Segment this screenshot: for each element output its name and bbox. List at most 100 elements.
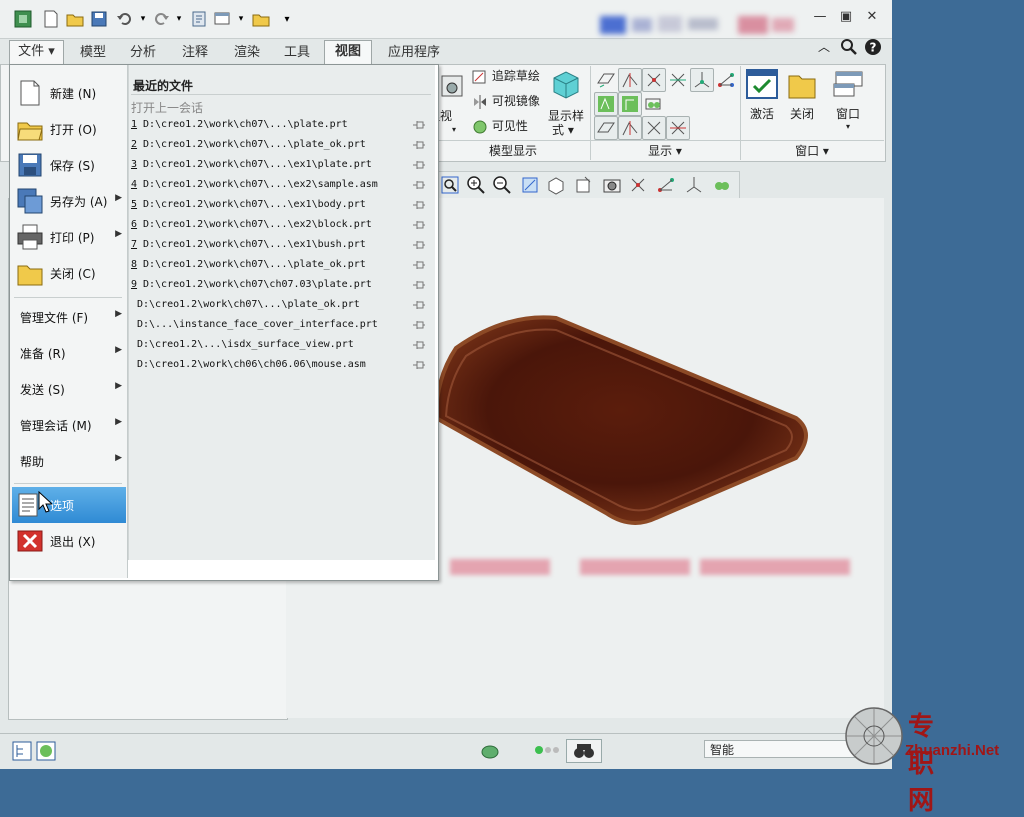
recent-file-item[interactable]: D:\...\instance_face_cover_interface.prt bbox=[129, 315, 429, 335]
recent-file-item[interactable]: 7 D:\creo1.2\work\ch07\...\ex1\bush.prt bbox=[129, 235, 429, 255]
recent-file-item[interactable]: D:\creo1.2\...\isdx_surface_view.prt bbox=[129, 335, 429, 355]
pin-icon[interactable] bbox=[412, 339, 426, 351]
point-tags-icon[interactable] bbox=[642, 116, 666, 140]
open-last-session[interactable]: 打开上一会话 bbox=[131, 99, 203, 116]
display-style-button[interactable] bbox=[546, 68, 586, 103]
regeneration-status-icon[interactable] bbox=[480, 741, 500, 761]
refit-icon[interactable] bbox=[439, 174, 461, 196]
pin-icon[interactable] bbox=[412, 199, 426, 211]
redo-dropdown-icon[interactable]: ▾ bbox=[170, 10, 188, 28]
close-window-button[interactable]: 关闭 bbox=[786, 68, 818, 122]
point-tag-display-icon[interactable] bbox=[666, 68, 690, 92]
menu-save-as[interactable]: 另存为 (A) ▶ bbox=[12, 183, 126, 219]
maximize-button[interactable]: ▣ bbox=[836, 9, 856, 27]
pin-icon[interactable] bbox=[412, 259, 426, 271]
datum-points-display-icon[interactable] bbox=[642, 68, 666, 92]
annotation-display-icon[interactable] bbox=[594, 92, 618, 116]
tab-annotate[interactable]: 注释 bbox=[172, 42, 218, 64]
undo-icon[interactable] bbox=[116, 10, 134, 28]
csys-display-icon[interactable] bbox=[690, 68, 714, 92]
group-label-display[interactable]: 显示 ▾ bbox=[590, 143, 740, 160]
recent-file-item[interactable]: 5 D:\creo1.2\work\ch07\...\ex1\body.prt bbox=[129, 195, 429, 215]
help-icon[interactable]: ? bbox=[864, 38, 882, 60]
pin-icon[interactable] bbox=[412, 359, 426, 371]
pin-icon[interactable] bbox=[412, 119, 426, 131]
find-binoculars-icon[interactable] bbox=[566, 739, 602, 763]
manager-view-dropdown-icon[interactable]: ▾ bbox=[452, 120, 456, 140]
recent-file-item[interactable]: 2 D:\creo1.2\work\ch07\...\plate_ok.prt bbox=[129, 135, 429, 155]
menu-close[interactable]: 关闭 (C) bbox=[12, 255, 126, 291]
repaint-icon[interactable] bbox=[519, 174, 541, 196]
saved-orientations-icon[interactable] bbox=[545, 174, 567, 196]
menu-help[interactable]: 帮助 ▶ bbox=[12, 443, 126, 479]
pin-icon[interactable] bbox=[412, 279, 426, 291]
pin-icon[interactable] bbox=[412, 219, 426, 231]
open-icon[interactable] bbox=[66, 10, 84, 28]
annotation-icon[interactable] bbox=[683, 174, 705, 196]
recent-file-item[interactable]: 3 D:\creo1.2\work\ch07\...\ex1\plate.prt bbox=[129, 155, 429, 175]
menu-new[interactable]: 新建 (N) bbox=[12, 75, 126, 111]
menu-manage-file[interactable]: 管理文件 (F) ▶ bbox=[12, 299, 126, 335]
tab-render[interactable]: 渲染 bbox=[224, 42, 270, 64]
app-logo-icon[interactable] bbox=[14, 10, 32, 28]
layers-icon[interactable] bbox=[711, 174, 733, 196]
spin-center-icon[interactable] bbox=[655, 174, 677, 196]
zoom-out-icon[interactable] bbox=[491, 174, 513, 196]
close-button[interactable]: ✕ bbox=[862, 9, 882, 27]
grid-display-icon[interactable] bbox=[618, 92, 642, 116]
close-window-icon[interactable] bbox=[252, 10, 270, 28]
new-icon[interactable] bbox=[42, 10, 60, 28]
spin-center-display-icon[interactable] bbox=[714, 68, 738, 92]
3d-notes-display-icon[interactable] bbox=[642, 92, 666, 116]
zoom-in-icon[interactable] bbox=[465, 174, 487, 196]
menu-prepare[interactable]: 准备 (R) ▶ bbox=[12, 335, 126, 371]
recent-file-item[interactable]: 8 D:\creo1.2\work\ch07\...\plate_ok.prt bbox=[129, 255, 429, 275]
trace-sketch-button[interactable]: 追踪草绘 bbox=[472, 66, 540, 86]
menu-open[interactable]: 打开 (O) bbox=[12, 111, 126, 147]
tab-model[interactable]: 模型 bbox=[70, 42, 116, 64]
pin-icon[interactable] bbox=[412, 179, 426, 191]
datum-planes-display-icon[interactable] bbox=[594, 68, 618, 92]
tab-tools[interactable]: 工具 bbox=[274, 42, 320, 64]
recent-file-item[interactable]: 6 D:\creo1.2\work\ch07\...\ex2\block.prt bbox=[129, 215, 429, 235]
menu-save[interactable]: 保存 (S) bbox=[12, 147, 126, 183]
minimize-button[interactable]: — bbox=[810, 9, 830, 27]
menu-options[interactable]: 选项 bbox=[12, 487, 126, 523]
redo-icon[interactable] bbox=[152, 10, 170, 28]
pin-icon[interactable] bbox=[412, 159, 426, 171]
activate-button[interactable]: 激活 bbox=[744, 68, 780, 122]
pin-icon[interactable] bbox=[412, 239, 426, 251]
window-button[interactable]: 窗口 ▾ bbox=[830, 68, 866, 131]
pin-icon[interactable] bbox=[412, 139, 426, 151]
pin-icon[interactable] bbox=[412, 319, 426, 331]
tab-file[interactable]: 文件 ▾ bbox=[9, 40, 64, 65]
display-style-icon[interactable] bbox=[573, 174, 595, 196]
menu-print[interactable]: 打印 (P) ▶ bbox=[12, 219, 126, 255]
menu-send[interactable]: 发送 (S) ▶ bbox=[12, 371, 126, 407]
perspective-icon[interactable] bbox=[627, 174, 649, 196]
menu-manage-session[interactable]: 管理会话 (M) ▶ bbox=[12, 407, 126, 443]
recent-file-item[interactable]: 9 D:\creo1.2\work\ch07\ch07.03\plate.prt bbox=[129, 275, 429, 295]
menu-exit[interactable]: 退出 (X) bbox=[12, 523, 126, 559]
recent-file-item[interactable]: 1 D:\creo1.2\work\ch07\...\plate.prt bbox=[129, 115, 429, 135]
regenerate-icon[interactable] bbox=[190, 10, 208, 28]
visibility-button[interactable]: 可见性 bbox=[472, 116, 528, 136]
browser-toggle-icon[interactable] bbox=[36, 741, 56, 761]
visible-mirror-button[interactable]: 可视镜像 bbox=[472, 91, 540, 111]
datum-axes-display-icon[interactable] bbox=[618, 68, 642, 92]
recent-file-item[interactable]: D:\creo1.2\work\ch07\...\plate_ok.prt bbox=[129, 295, 429, 315]
csys-tags-icon[interactable] bbox=[666, 116, 690, 140]
undo-dropdown-icon[interactable]: ▾ bbox=[134, 10, 152, 28]
windows-icon[interactable] bbox=[214, 10, 232, 28]
search-icon[interactable] bbox=[840, 38, 858, 60]
tab-analysis[interactable]: 分析 bbox=[120, 42, 166, 64]
axis-tags-icon[interactable] bbox=[618, 116, 642, 140]
windows-dropdown-icon[interactable]: ▾ bbox=[232, 10, 250, 28]
view-manager-icon[interactable] bbox=[601, 174, 623, 196]
model-tree-toggle-icon[interactable] bbox=[12, 741, 32, 761]
collapse-ribbon-icon[interactable]: ︿ bbox=[818, 38, 830, 55]
pin-icon[interactable] bbox=[412, 299, 426, 311]
plane-tags-icon[interactable] bbox=[594, 116, 618, 140]
recent-file-item[interactable]: D:\creo1.2\work\ch06\ch06.06\mouse.asm bbox=[129, 355, 429, 375]
group-label-window[interactable]: 窗口 ▾ bbox=[740, 143, 884, 160]
